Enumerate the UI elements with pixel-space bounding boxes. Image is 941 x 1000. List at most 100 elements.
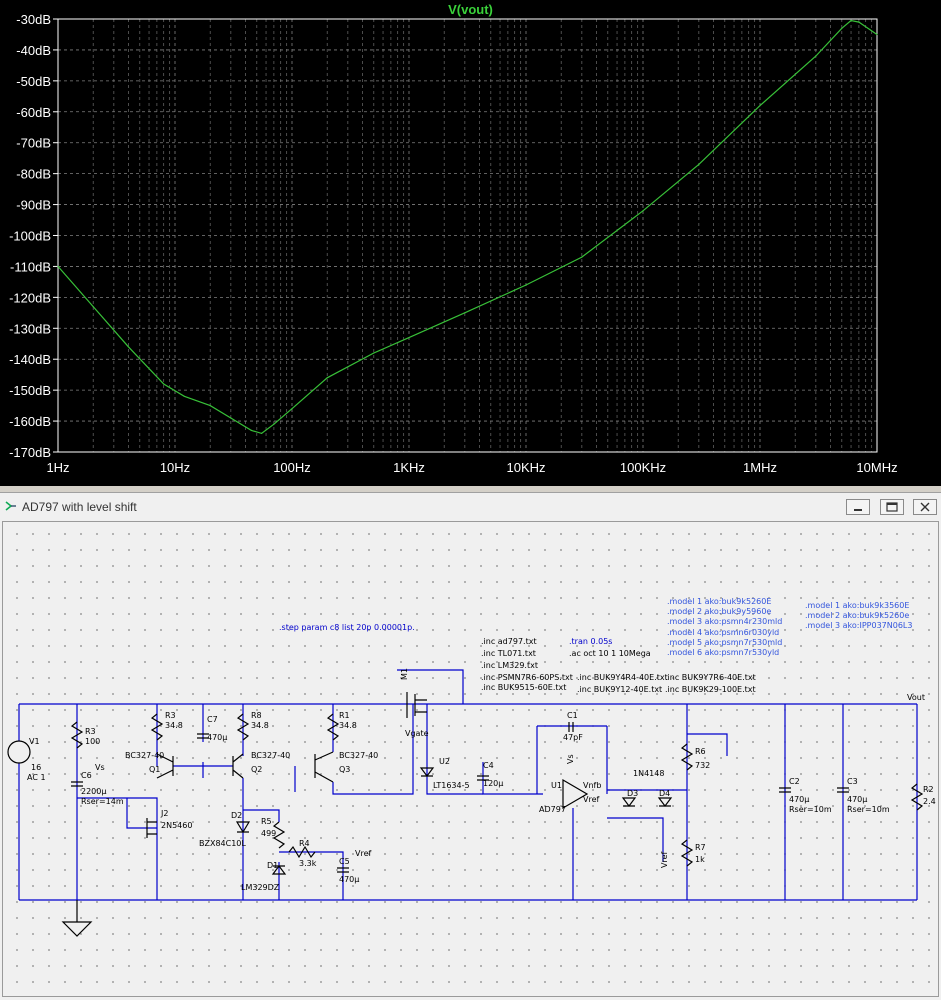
mosfet-m1[interactable] <box>406 692 427 718</box>
label-r5-value: 499 <box>261 829 276 838</box>
schematic-drawing[interactable]: .step param c8 list 20p 0.00001p. .tran … <box>3 522 938 996</box>
label-c1-value: 47pF <box>563 733 583 742</box>
trace-point <box>230 417 232 419</box>
model-b-3[interactable]: .model 3 ako:IPP037N06L3 <box>805 621 912 630</box>
model-a-2[interactable]: .model 2 ako:buk9y5960e <box>667 607 771 616</box>
x-tick-label: 10Hz <box>160 460 190 475</box>
x-tick-label: 10KHz <box>506 460 545 475</box>
model-a-3[interactable]: .model 3 ako:psmn4r230mld <box>667 617 782 626</box>
label-r8-value: 34.8 <box>251 721 269 730</box>
bode-plot[interactable]: 1Hz 10Hz 100Hz 1KHz 10KHz 100KHz 1MHz 10MHz-30d… <box>0 0 941 486</box>
inc-directive-5[interactable]: .inc BUK9515-60E.txt <box>481 683 566 692</box>
label-j2-part: 2N5460 <box>161 821 192 830</box>
model-a-5[interactable]: .model 5 ako:psmn7r530mld <box>667 638 782 647</box>
net-flag-vout[interactable]: Vout <box>907 693 925 702</box>
trace-point <box>581 256 583 258</box>
diode-d3[interactable] <box>621 797 637 807</box>
y-tick-label: -70dB <box>16 136 51 151</box>
trace-point <box>841 27 843 29</box>
label-r4-value: 3.3k <box>299 859 317 868</box>
schematic-canvas[interactable]: .step param c8 list 20p 0.00001p. .tran … <box>2 521 939 997</box>
label-u2-part: LT1634-5 <box>433 781 470 790</box>
label-c7-value: 470µ <box>207 733 227 742</box>
schematic-app-icon <box>5 501 16 511</box>
label-u2: U2 <box>439 757 450 766</box>
net-flag-vref-u1[interactable]: Vref <box>583 795 600 804</box>
trace-point <box>850 19 852 22</box>
transistor-q3[interactable] <box>314 751 334 783</box>
inc-directive-6[interactable]: .inc BUK9Y4R4-40E.txt <box>577 673 668 682</box>
restore-icon <box>886 502 898 512</box>
label-d2-part: BZX84C10L <box>199 839 246 848</box>
inc-directive-3[interactable]: .inc LM329.txt <box>481 661 538 670</box>
label-v1-ac: AC 1 <box>27 773 46 782</box>
close-button[interactable] <box>913 499 937 515</box>
label-c3-rser: Rser=10m <box>847 805 890 814</box>
net-flag-vs-u1[interactable]: Vs <box>566 754 575 764</box>
net-flag-vnfb[interactable]: Vnfb <box>583 781 601 790</box>
label-r1: R1 <box>339 711 350 720</box>
model-a-4[interactable]: .model 4 ako:psmn6r030yld <box>667 628 779 637</box>
inc-directive-2[interactable]: .inc TL071.txt <box>481 649 536 658</box>
net-flag-vs[interactable]: Vs <box>95 763 105 772</box>
model-b-1[interactable]: .model 1 ako:buk9k3560E <box>805 601 909 610</box>
model-a-1[interactable]: .model 1 ako:buk9k5260E <box>667 597 771 606</box>
minimize-button[interactable] <box>846 499 870 515</box>
trace-point <box>57 265 59 267</box>
label-r6-value: 732 <box>695 761 710 770</box>
capacitor-c1[interactable] <box>568 722 574 732</box>
step-directive[interactable]: .step param c8 list 20p 0.00001p. <box>279 623 415 632</box>
label-r6: R6 <box>695 747 706 756</box>
trace-point <box>291 408 293 410</box>
trace-point <box>858 21 860 23</box>
label-r8: R8 <box>251 711 262 720</box>
waveform-plot-pane[interactable]: 1Hz 10Hz 100Hz 1KHz 10KHz 100KHz 1MHz 10MHz -30d… <box>0 0 941 486</box>
trace-point <box>408 337 410 339</box>
ac-directive[interactable]: .ac oct 10 1 10Mega <box>569 649 651 658</box>
label-r3: R3 <box>85 727 96 736</box>
trace-point <box>163 383 165 385</box>
trace-point <box>876 33 878 36</box>
voltage-source-v1[interactable] <box>7 740 31 764</box>
x-tick-label: 1MHz <box>743 460 777 475</box>
trace-point <box>209 405 211 407</box>
label-r5: R5 <box>261 817 272 826</box>
inc-directive-7[interactable]: .inc BUK9Y12-40E.txt <box>577 685 662 694</box>
label-q1: Q1 <box>149 765 160 774</box>
directives[interactable]: .step param c8 list 20p 0.00001p. .tran … <box>279 597 912 694</box>
label-r7: R7 <box>695 843 706 852</box>
label-c7: C7 <box>207 715 218 724</box>
net-flag-vref[interactable]: Vref <box>355 849 372 858</box>
label-d1-part: LM329DZ <box>241 883 280 892</box>
diode-d4[interactable] <box>657 797 673 807</box>
tran-directive[interactable]: .tran 0.05s <box>569 637 612 646</box>
inc-directive-9[interactable]: .inc BUK9K29-100E.txt <box>665 685 756 694</box>
trace-point <box>525 284 527 286</box>
y-tick-label: -60dB <box>16 105 51 120</box>
schematic-window: AD797 with level shift .step param c8 li… <box>0 492 941 1000</box>
y-tick-label: -80dB <box>16 167 51 182</box>
label-c3: C3 <box>847 777 858 786</box>
label-c5: C5 <box>339 857 350 866</box>
trace-label[interactable]: V(vout) <box>0 2 941 17</box>
label-c2: C2 <box>789 777 800 786</box>
x-tick-label: 100KHz <box>620 460 666 475</box>
trace-point <box>642 210 644 212</box>
trace-point <box>698 163 700 165</box>
x-tick-label: 100Hz <box>273 460 311 475</box>
y-tick-label: -130dB <box>9 321 51 336</box>
model-a-6[interactable]: .model 6 ako:psmn7r530yld <box>667 648 779 657</box>
label-r1-value: 34.8 <box>339 721 357 730</box>
net-flag-vref-fb[interactable]: Vref <box>660 851 669 868</box>
transistor-q2[interactable] <box>232 753 244 779</box>
ground-symbol <box>61 921 93 937</box>
label-r2: R2 <box>923 785 934 794</box>
inc-directive-4[interactable]: .inc PSMN7R6-60PS.txt <box>481 673 573 682</box>
label-d2: D2 <box>231 811 242 820</box>
model-b-2[interactable]: .model 2 ako:buk9k5260e <box>805 611 909 620</box>
window-titlebar[interactable]: AD797 with level shift <box>0 493 941 521</box>
inc-directive-1[interactable]: .inc ad797.txt <box>481 637 537 646</box>
net-flag-vgate[interactable]: Vgate <box>405 729 429 738</box>
inc-directive-8[interactable]: .inc BUK9Y7R6-40E.txt <box>665 673 756 682</box>
restore-button[interactable] <box>880 499 904 515</box>
